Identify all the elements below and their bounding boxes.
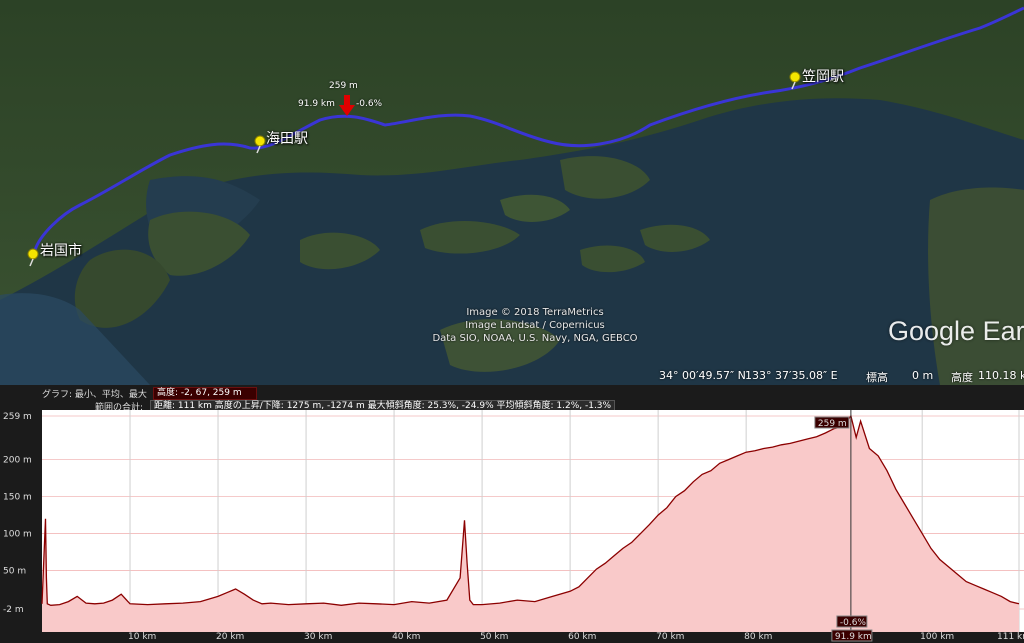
y-tick-label: 200 m [3,456,32,466]
elevation-value: 0 m [912,369,934,382]
x-tick-label: 100 km [920,632,954,642]
elevation-label: 標高 [866,371,888,384]
y-tick-label: -2 m [3,605,24,615]
altitude-value: 110.18 k [978,369,1024,382]
x-tick-label: 111 km [997,632,1024,642]
elevation-chart[interactable]: 259 m 200 m 150 m 100 m 50 m -2 m 10 km 20 km 3… [0,410,1024,643]
x-tick-label: 30 km [304,632,332,642]
map-view[interactable]: 岩国市 海田駅 笠岡駅 259 m 91.9 km -0.6% Image © … [0,0,1024,385]
y-tick-label: 100 m [3,530,32,540]
svg-text:259 m: 259 m [818,419,847,429]
longitude-readout: 133° 37′35.08″ E [745,369,838,382]
place-label-kaita: 海田駅 [266,131,308,147]
marker-elevation: 259 m [329,81,358,91]
marker-slope: -0.6% [356,99,383,109]
stats-elevation-box: 高度: -2, 67, 259 m [153,387,257,400]
y-tick-label: 50 m [3,567,26,577]
x-tick-label: 70 km [656,632,684,642]
latitude-readout: 34° 00′49.57″ N [659,369,746,382]
svg-text:-0.6%: -0.6% [840,618,867,628]
cursor-elevation-badge: 259 m [814,416,850,429]
coordinates-status-bar: 34° 00′49.57″ N 133° 37′35.08″ E 標高 0 m … [0,367,1024,385]
x-tick-label: 20 km [216,632,244,642]
place-label-iwakuni: 岩国市 [40,243,82,259]
y-tick-label: 150 m [3,493,32,503]
cursor-distance-badge: 91.9 km [831,629,873,642]
brand-logo: Google Ear [888,316,1024,346]
x-tick-label: 40 km [392,632,420,642]
x-tick-label: 10 km [128,632,156,642]
imagery-attribution: Image © 2018 TerraMetrics Image Landsat … [432,307,638,344]
svg-text:91.9 km: 91.9 km [835,632,872,642]
cursor-slope-badge: -0.6% [836,615,868,628]
place-label-kasaoka: 笠岡駅 [802,69,844,85]
marker-distance: 91.9 km [298,99,335,109]
x-tick-label: 80 km [744,632,772,642]
altitude-label: 高度 [951,371,973,384]
stats-label: グラフ: 最小、平均、最大 [42,390,147,400]
y-tick-label: 259 m [3,412,32,422]
x-tick-label: 60 km [568,632,596,642]
x-tick-label: 50 km [480,632,508,642]
